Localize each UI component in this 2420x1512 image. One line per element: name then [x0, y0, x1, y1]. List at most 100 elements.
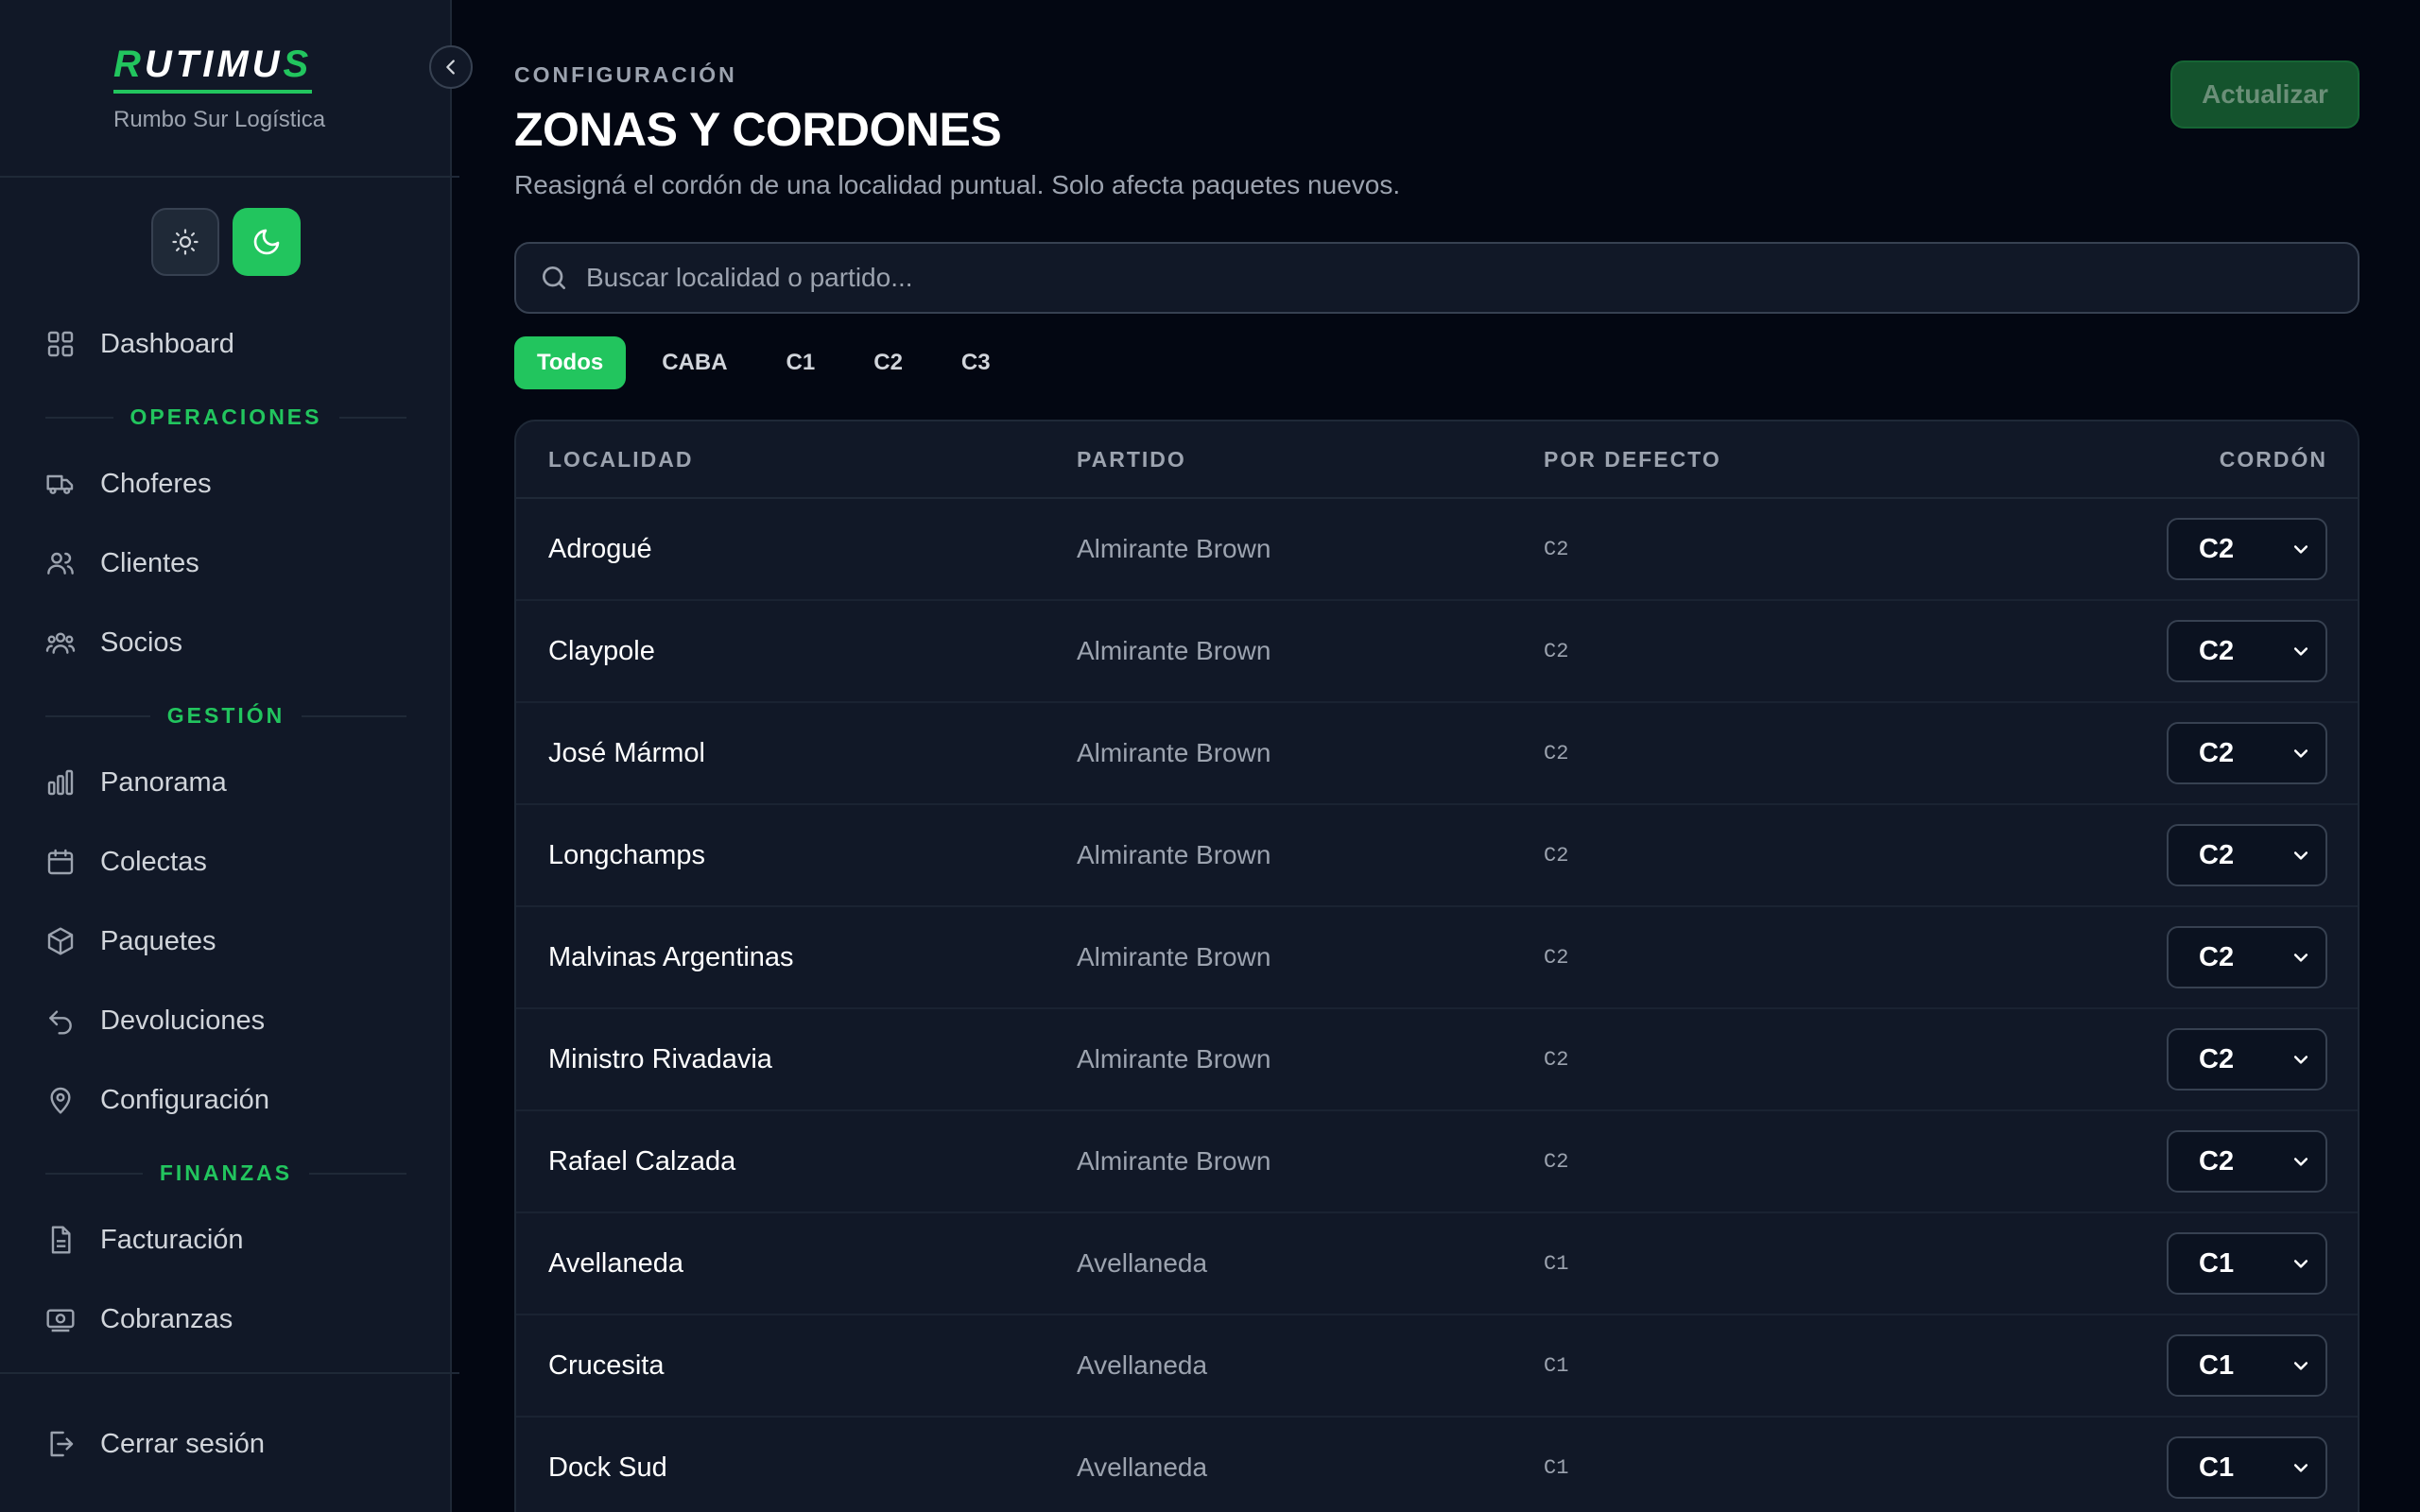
cell-cordon: C2 — [2016, 722, 2358, 784]
filter-c3[interactable]: C3 — [939, 336, 1013, 389]
nav-label: Colectas — [100, 846, 207, 877]
moon-icon — [253, 229, 280, 255]
update-button[interactable]: Actualizar — [2170, 60, 2360, 129]
chevron-down-icon — [2293, 1158, 2308, 1166]
cordon-select-value: C1 — [2199, 1247, 2235, 1279]
nav-clientes[interactable]: Clientes — [45, 539, 199, 588]
truck-icon — [46, 474, 74, 494]
cordon-select[interactable]: C2 — [2167, 1028, 2327, 1091]
nav-paquetes[interactable]: Paquetes — [45, 917, 216, 966]
table-body: Adrogué Almirante Brown C2 C2 Claypole A… — [516, 499, 2358, 1512]
filter-todos[interactable]: Todos — [514, 336, 627, 389]
nav-label: Cerrar sesión — [100, 1428, 266, 1459]
cordon-select[interactable]: C2 — [2167, 824, 2327, 886]
cordon-select[interactable]: C2 — [2167, 518, 2327, 580]
brand-logo[interactable]: RUTIMUS — [113, 43, 313, 94]
collapse-sidebar-button[interactable] — [429, 45, 473, 89]
nav-panorama[interactable]: Panorama — [45, 758, 227, 807]
calendar-icon — [47, 849, 74, 875]
cordon-select[interactable]: C2 — [2167, 926, 2327, 988]
section-label: GESTIÓN — [166, 703, 285, 728]
cordon-select-value: C2 — [2199, 839, 2235, 870]
cell-cordon: C2 — [2016, 518, 2358, 580]
users-icon — [47, 552, 74, 575]
cordon-select-value: C2 — [2199, 635, 2235, 666]
cell-por-defecto: C2 — [1544, 1149, 1569, 1174]
table-row: José Mármol Almirante Brown C2 C2 — [516, 703, 2358, 805]
table-row: Ministro Rivadavia Almirante Brown C2 C2 — [516, 1009, 2358, 1111]
cordon-select[interactable]: C2 — [2167, 722, 2327, 784]
cell-partido: Almirante Brown — [1077, 1146, 1271, 1176]
cell-por-defecto: C2 — [1544, 843, 1569, 868]
cell-localidad: José Mármol — [548, 737, 705, 768]
header-partido[interactable]: PARTIDO — [1077, 447, 1544, 472]
cordon-select[interactable]: C1 — [2167, 1436, 2327, 1499]
sidebar: RUTIMUS Rumbo Sur Logística Dashboard OP… — [0, 0, 459, 1512]
cordon-select-value: C1 — [2199, 1452, 2235, 1483]
light-theme-button[interactable] — [151, 208, 219, 276]
cell-localidad: Malvinas Argentinas — [548, 941, 794, 972]
chevron-down-icon — [2293, 1464, 2308, 1472]
cordon-select-value: C2 — [2199, 737, 2235, 768]
nav-configuracion[interactable]: Configuración — [45, 1075, 269, 1125]
nav-facturacion[interactable]: Facturación — [45, 1215, 244, 1264]
chevron-down-icon — [2293, 1260, 2308, 1268]
nav-label: Panorama — [100, 766, 227, 798]
sidebar-divider — [0, 1372, 459, 1374]
header-por-defecto[interactable]: POR DEFECTO — [1544, 447, 2016, 472]
cordon-select[interactable]: C1 — [2167, 1334, 2327, 1397]
filter-caba[interactable]: CABA — [639, 336, 750, 389]
header-localidad[interactable]: LOCALIDAD — [516, 447, 1077, 472]
cell-por-defecto: C2 — [1544, 1047, 1569, 1072]
filter-tabs: Todos CABA C1 C2 C3 — [514, 336, 1013, 389]
nav-label: Cobranzas — [100, 1303, 233, 1334]
cell-cordon: C2 — [2016, 620, 2358, 682]
grid-icon — [47, 331, 74, 357]
cell-cordon: C2 — [2016, 824, 2358, 886]
nav-label: Choferes — [100, 468, 212, 499]
cell-cordon: C1 — [2016, 1436, 2358, 1499]
cordon-select[interactable]: C2 — [2167, 620, 2327, 682]
cell-partido: Almirante Brown — [1077, 942, 1271, 971]
cell-por-defecto: C2 — [1544, 639, 1569, 663]
cell-partido: Almirante Brown — [1077, 636, 1271, 665]
search-icon — [543, 266, 565, 289]
section-label: FINANZAS — [159, 1160, 293, 1185]
nav-label: Facturación — [100, 1224, 244, 1255]
nav-devoluciones[interactable]: Devoluciones — [45, 996, 265, 1045]
nav-label: Configuración — [100, 1084, 269, 1115]
bar-chart-icon — [47, 769, 74, 796]
brand-subtitle: Rumbo Sur Logística — [113, 107, 326, 132]
search-input[interactable] — [586, 263, 2358, 293]
header-cordon[interactable]: CORDÓN — [2016, 447, 2358, 472]
logo-letter-first: R — [113, 43, 145, 85]
cell-cordon: C1 — [2016, 1334, 2358, 1397]
cell-cordon: C2 — [2016, 926, 2358, 988]
cordon-select[interactable]: C2 — [2167, 1130, 2327, 1193]
table-row: Crucesita Avellaneda C1 C1 — [516, 1315, 2358, 1418]
filter-c1[interactable]: C1 — [764, 336, 838, 389]
dark-theme-button[interactable] — [233, 208, 301, 276]
chevron-down-icon — [2293, 954, 2308, 962]
nav-choferes[interactable]: Choferes — [45, 459, 212, 508]
cell-partido: Almirante Brown — [1077, 1044, 1271, 1074]
nav-socios[interactable]: Socios — [45, 618, 182, 667]
page-description: Reasigná el cordón de una localidad punt… — [514, 170, 1401, 199]
filter-c2[interactable]: C2 — [851, 336, 925, 389]
banknote-icon — [46, 1309, 75, 1332]
nav-colectas[interactable]: Colectas — [45, 837, 207, 886]
cordon-select[interactable]: C1 — [2167, 1232, 2327, 1295]
cell-por-defecto: C2 — [1544, 741, 1569, 765]
logout-button[interactable]: Cerrar sesión — [45, 1419, 265, 1469]
cell-partido: Almirante Brown — [1077, 840, 1271, 869]
nav-cobranzas[interactable]: Cobranzas — [45, 1295, 233, 1344]
table-row: Adrogué Almirante Brown C2 C2 — [516, 499, 2358, 601]
cell-partido: Almirante Brown — [1077, 534, 1271, 563]
cell-localidad: Longchamps — [548, 839, 706, 870]
nav-label: Devoluciones — [100, 1005, 266, 1036]
cordon-select-value: C2 — [2199, 533, 2235, 564]
cell-cordon: C2 — [2016, 1028, 2358, 1091]
cell-por-defecto: C1 — [1544, 1455, 1569, 1480]
cordon-select-value: C1 — [2199, 1349, 2235, 1381]
nav-dashboard[interactable]: Dashboard — [45, 319, 234, 369]
